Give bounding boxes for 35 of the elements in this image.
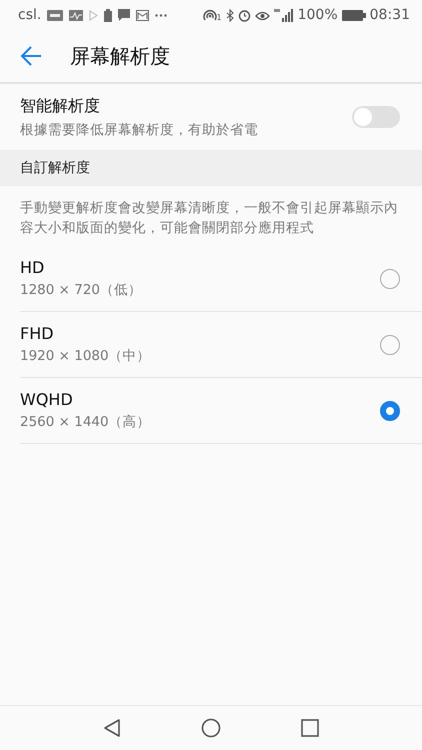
message-icon — [118, 9, 130, 21]
radio-button[interactable] — [380, 400, 400, 420]
battery-percent: 100% — [298, 7, 338, 23]
option-title: WQHD — [20, 390, 74, 409]
clock: 08:31 — [370, 7, 410, 23]
mail-icon — [136, 10, 150, 20]
carrier-name: csl. — [18, 7, 42, 23]
option-detail: 1920 × 1080（中） — [20, 347, 151, 365]
bluetooth-icon — [226, 8, 234, 22]
recents-nav-icon[interactable] — [301, 719, 319, 737]
battery-icon — [342, 10, 366, 20]
toggle-switch[interactable] — [352, 106, 400, 128]
back-arrow-icon — [20, 46, 42, 66]
more-icon — [155, 14, 168, 16]
pulse-icon — [69, 10, 84, 20]
setting-title: 智能解析度 — [20, 96, 101, 116]
setting-subtitle: 根據需要降低屏幕解析度，有助於省電 — [20, 120, 258, 138]
option-detail: 1280 × 720（低） — [20, 281, 142, 299]
signal-icon — [274, 8, 294, 22]
alarm-icon — [238, 8, 251, 22]
section-title: 自訂解析度 — [20, 159, 90, 177]
back-nav-icon[interactable] — [103, 718, 121, 738]
battery-alert-icon — [104, 8, 112, 22]
option-title: FHD — [20, 324, 55, 343]
play-icon — [89, 10, 98, 20]
option-detail: 2560 × 1440（高） — [20, 413, 151, 431]
radio-button[interactable] — [380, 268, 400, 288]
hotspot-count: 1 — [216, 13, 222, 22]
section-description: 手動變更解析度會改變屏幕清晰度，一般不會引起屏幕顯示內容大小和版面的變化，可能會關閉部分應用程式 — [20, 199, 399, 238]
radio-button[interactable] — [380, 334, 400, 354]
page-title: 屏幕解析度 — [70, 42, 170, 70]
hotspot-icon — [202, 9, 217, 21]
home-nav-icon[interactable] — [201, 718, 221, 738]
option-title: HD — [20, 258, 46, 277]
eye-icon — [254, 10, 270, 20]
